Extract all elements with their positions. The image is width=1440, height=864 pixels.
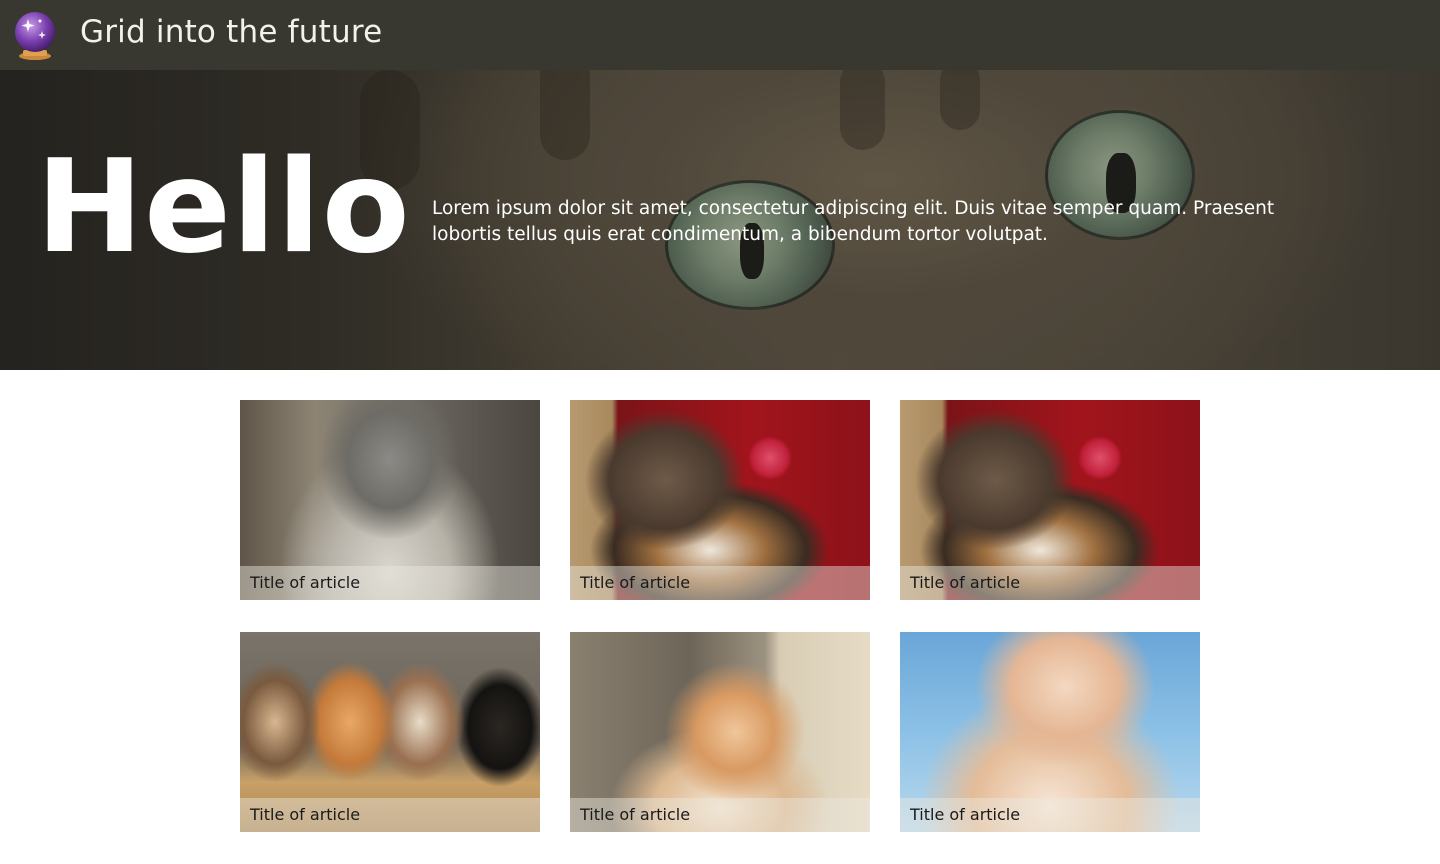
article-card[interactable]: Title of article bbox=[900, 632, 1200, 832]
article-title[interactable]: Title of article bbox=[240, 566, 540, 600]
article-card[interactable]: Title of article bbox=[240, 632, 540, 832]
hero-title: Hello bbox=[36, 133, 411, 282]
article-title[interactable]: Title of article bbox=[570, 798, 870, 832]
site-title[interactable]: Grid into the future bbox=[80, 14, 382, 50]
article-title[interactable]: Title of article bbox=[900, 798, 1200, 832]
article-card[interactable]: Title of article bbox=[570, 400, 870, 600]
crystal-ball-icon[interactable] bbox=[12, 9, 58, 61]
hero-banner: Hello Lorem ipsum dolor sit amet, consec… bbox=[0, 70, 1440, 370]
article-title[interactable]: Title of article bbox=[240, 798, 540, 832]
article-grid: Title of article Title of article Title … bbox=[240, 400, 1200, 832]
article-card[interactable]: Title of article bbox=[240, 400, 540, 600]
article-title[interactable]: Title of article bbox=[900, 566, 1200, 600]
hero-description: Lorem ipsum dolor sit amet, consectetur … bbox=[432, 198, 1275, 245]
article-card[interactable]: Title of article bbox=[570, 632, 870, 832]
article-card[interactable]: Title of article bbox=[900, 400, 1200, 600]
site-header: Grid into the future bbox=[0, 0, 1440, 70]
article-title[interactable]: Title of article bbox=[570, 566, 870, 600]
